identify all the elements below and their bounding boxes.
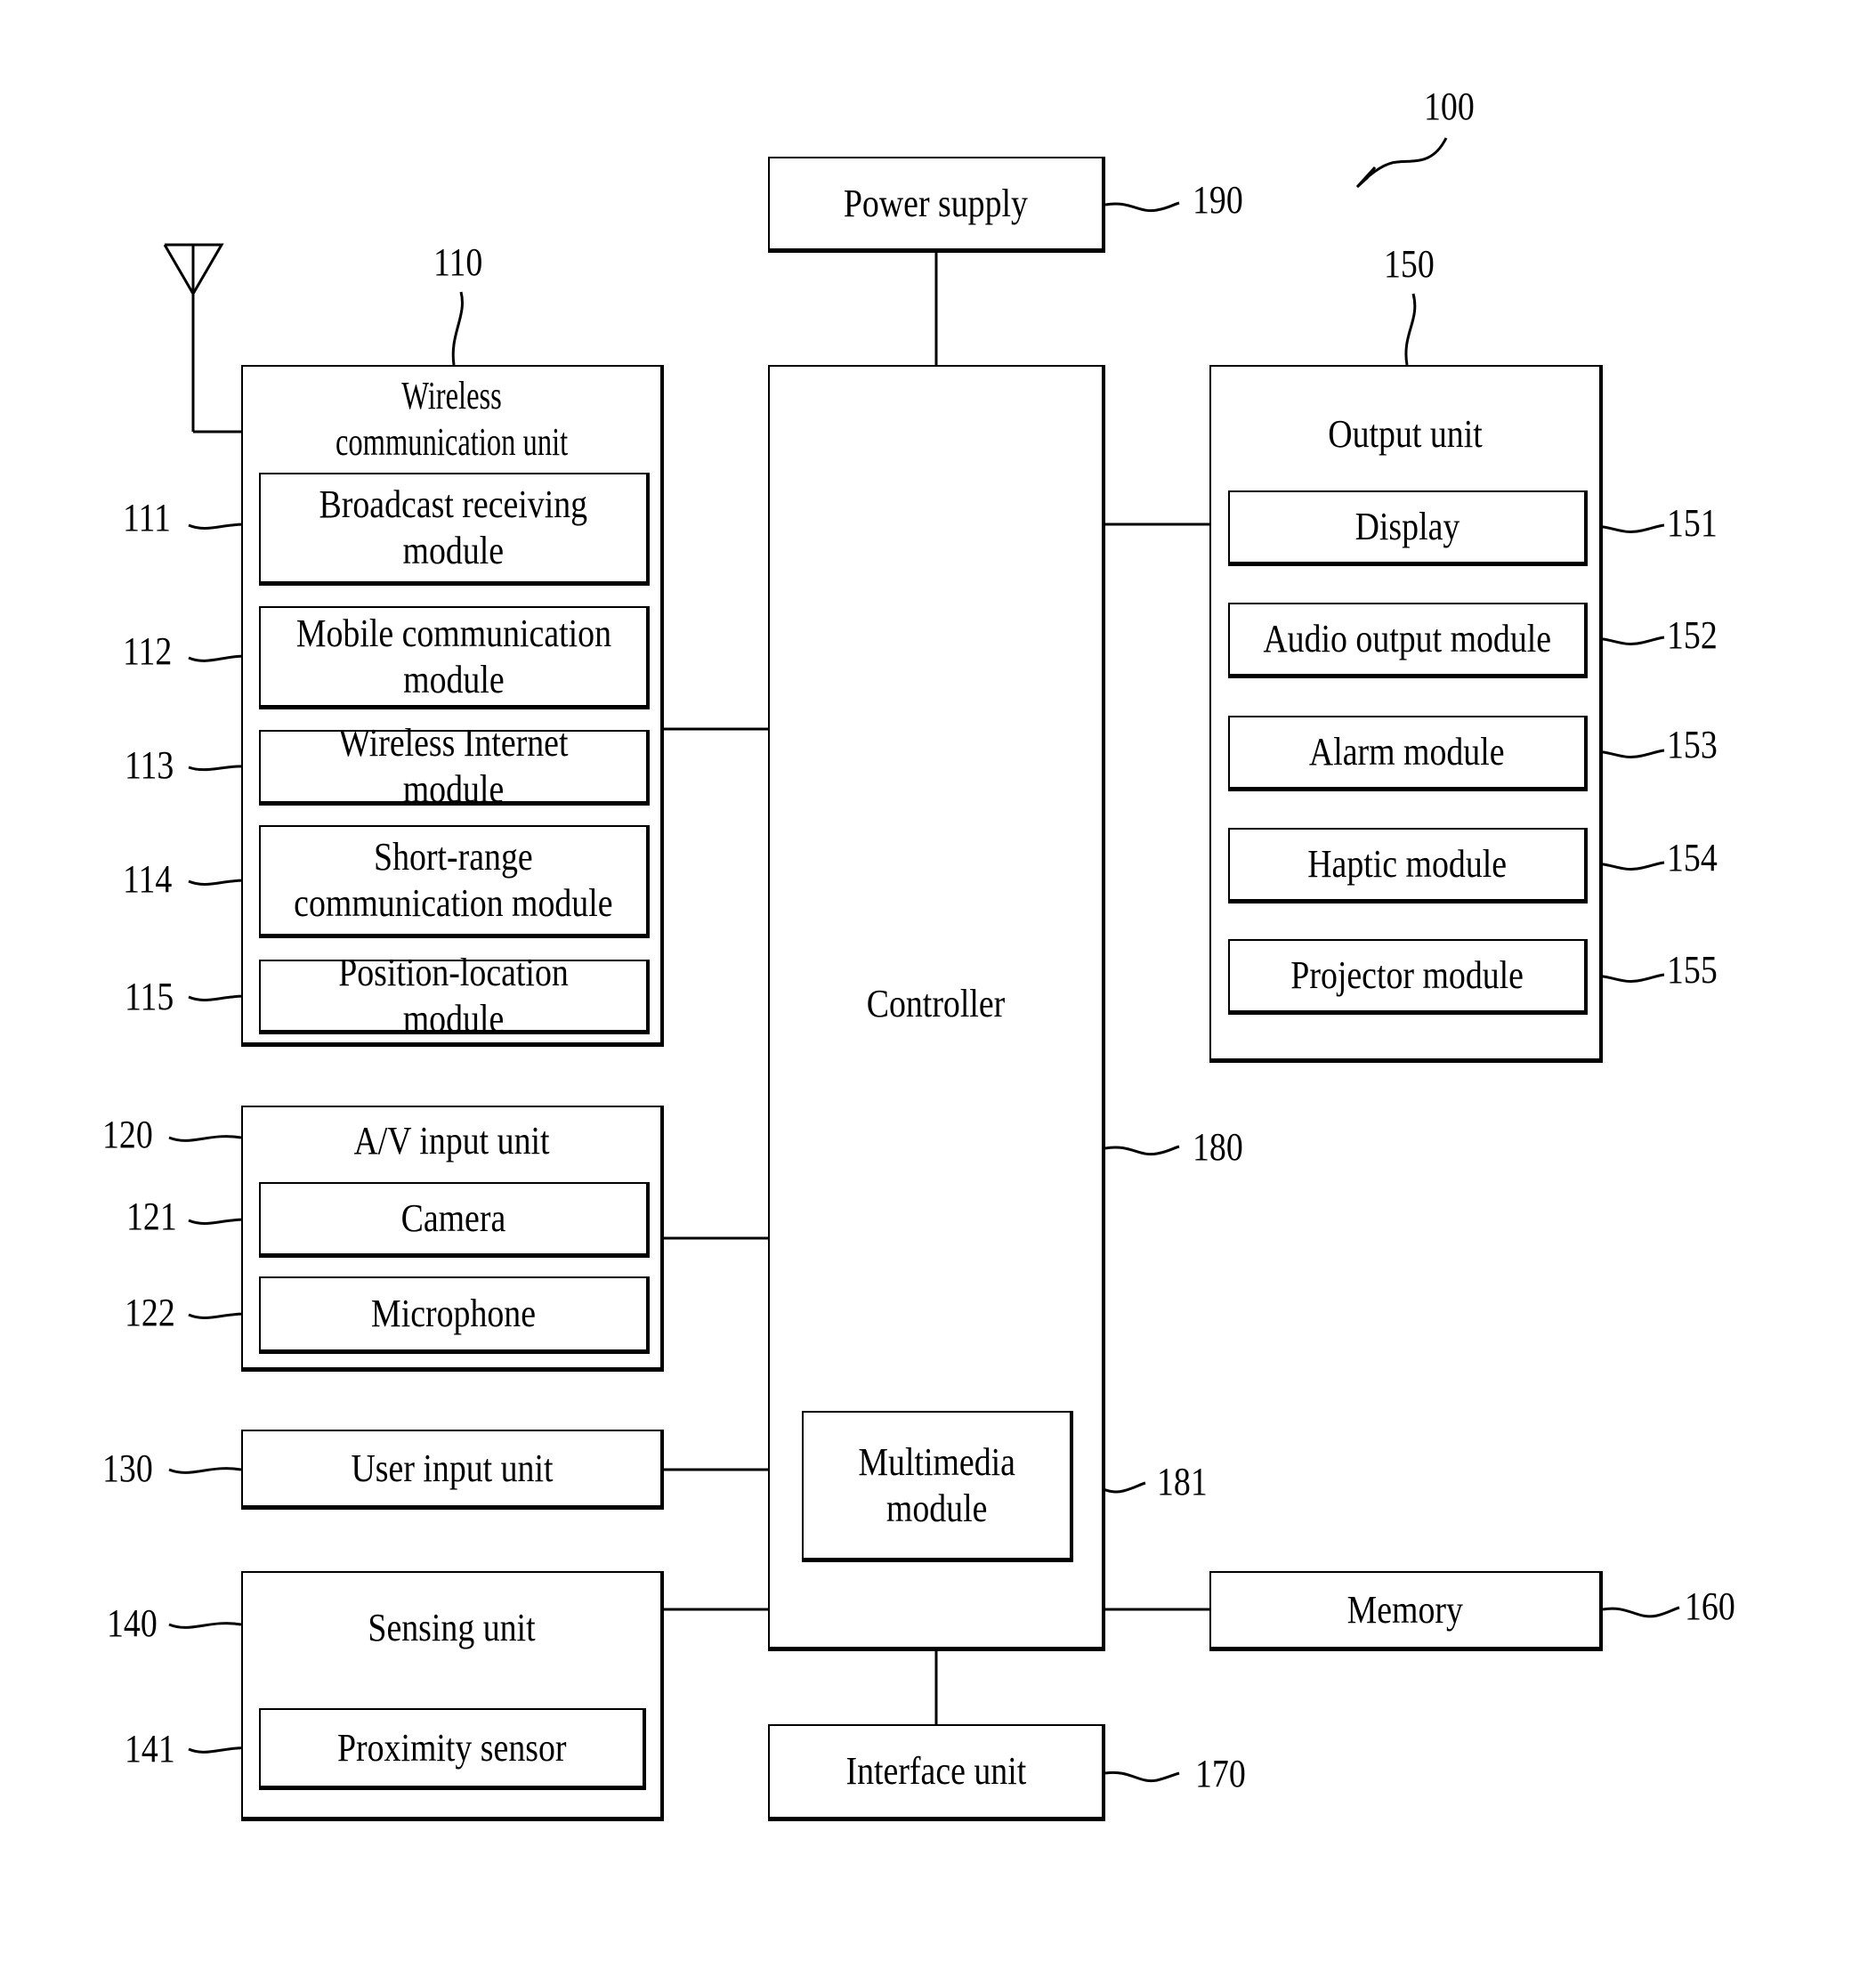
wireless-communication-unit-block: Wireless communication unit Broadcast re… <box>241 365 664 1047</box>
sensing-unit-label: Sensing unit <box>368 1606 536 1649</box>
position-location-module-label: Position-location module <box>338 950 569 1041</box>
ref-181: 181 <box>1157 1460 1208 1503</box>
wireless-internet-module-label: Wireless Internet module <box>338 721 569 811</box>
ref-170: 170 <box>1195 1752 1246 1795</box>
av-input-unit-label: A/V input unit <box>353 1119 550 1163</box>
ref-152: 152 <box>1667 613 1718 657</box>
microphone-label: Microphone <box>371 1292 536 1335</box>
ref-100: 100 <box>1424 85 1475 128</box>
ref-153: 153 <box>1667 723 1718 766</box>
arrowhead-100 <box>1355 166 1377 189</box>
haptic-module-block: Haptic module <box>1228 828 1588 903</box>
leader-190 <box>1104 201 1180 213</box>
projector-module-block: Projector module <box>1228 939 1588 1015</box>
ref-141: 141 <box>125 1727 175 1770</box>
output-unit-label: Output unit <box>1328 412 1483 456</box>
ref-140: 140 <box>107 1601 158 1645</box>
memory-label: Memory <box>1346 1587 1464 1632</box>
ref-151: 151 <box>1667 501 1718 545</box>
broadcast-receiving-module-block: Broadcast receiving module <box>259 473 650 586</box>
ref-120: 120 <box>102 1113 153 1156</box>
antenna-icon <box>163 243 241 433</box>
ref-180: 180 <box>1193 1125 1243 1169</box>
leader-120 <box>168 1135 242 1142</box>
interface-unit-label: Interface unit <box>845 1749 1026 1793</box>
power-supply-label: Power supply <box>843 181 1029 225</box>
microphone-block: Microphone <box>259 1276 650 1354</box>
power-supply-block: Power supply <box>768 157 1105 253</box>
haptic-module-label: Haptic module <box>1307 842 1507 886</box>
ref-111: 111 <box>123 496 171 539</box>
leader-180 <box>1104 1145 1180 1156</box>
ref-155: 155 <box>1667 948 1718 992</box>
ref-115: 115 <box>125 975 174 1018</box>
user-input-unit-block: User input unit <box>241 1430 664 1510</box>
interface-unit-block: Interface unit <box>768 1724 1105 1821</box>
av-input-unit-block: A/V input unit Camera Microphone <box>241 1106 664 1372</box>
ref-112: 112 <box>123 629 173 673</box>
controller-block: Controller Multimedia module <box>768 365 1105 1651</box>
ref-154: 154 <box>1667 836 1718 879</box>
short-range-communication-module-block: Short-range communication module <box>259 825 650 938</box>
leader-140 <box>168 1622 242 1629</box>
output-unit-block: Output unit Display Audio output module … <box>1209 365 1603 1063</box>
wireless-internet-module-block: Wireless Internet module <box>259 721 650 811</box>
proximity-sensor-block: Proximity sensor <box>259 1708 646 1790</box>
ref-122: 122 <box>125 1291 175 1334</box>
controller-label: Controller <box>866 982 1006 1025</box>
ref-160: 160 <box>1685 1584 1735 1628</box>
broadcast-receiving-module-label: Broadcast receiving module <box>319 482 588 572</box>
ref-113: 113 <box>125 743 174 787</box>
leader-110 <box>451 291 464 366</box>
wireless-communication-unit-label: Wireless communication unit <box>272 372 631 466</box>
ref-130: 130 <box>102 1446 153 1490</box>
wireless-communication-unit-text: Wireless communication unit <box>335 374 569 464</box>
ref-150: 150 <box>1384 242 1435 286</box>
proximity-sensor-label: Proximity sensor <box>336 1725 567 1770</box>
user-input-unit-label: User input unit <box>350 1446 554 1490</box>
display-label: Display <box>1354 505 1460 548</box>
camera-label: Camera <box>400 1196 506 1240</box>
ref-110: 110 <box>433 240 483 284</box>
audio-output-module-block: Audio output module <box>1228 603 1588 678</box>
alarm-module-label: Alarm module <box>1309 730 1505 774</box>
ref-190: 190 <box>1193 178 1243 222</box>
leader-160 <box>1602 1606 1680 1618</box>
multimedia-module-block: Multimedia module <box>802 1411 1073 1562</box>
display-block: Display <box>1228 490 1588 566</box>
ref-114: 114 <box>123 857 173 901</box>
mobile-communication-module-block: Mobile communication module <box>259 606 650 709</box>
sensing-unit-block: Sensing unit Proximity sensor <box>241 1571 664 1821</box>
leader-150 <box>1404 293 1417 366</box>
leader-100 <box>1357 137 1448 187</box>
camera-block: Camera <box>259 1182 650 1258</box>
short-range-communication-module-label: Short-range communication module <box>294 835 613 925</box>
alarm-module-block: Alarm module <box>1228 716 1588 791</box>
audio-output-module-label: Audio output module <box>1263 617 1551 660</box>
leader-130 <box>168 1467 242 1474</box>
projector-module-label: Projector module <box>1290 953 1524 997</box>
leader-170 <box>1104 1770 1180 1783</box>
memory-block: Memory <box>1209 1571 1603 1651</box>
position-location-module-block: Position-location module <box>259 951 650 1041</box>
ref-121: 121 <box>126 1195 177 1238</box>
multimedia-module-label: Multimedia module <box>858 1439 1015 1530</box>
mobile-communication-module-label: Mobile communication module <box>295 611 611 701</box>
